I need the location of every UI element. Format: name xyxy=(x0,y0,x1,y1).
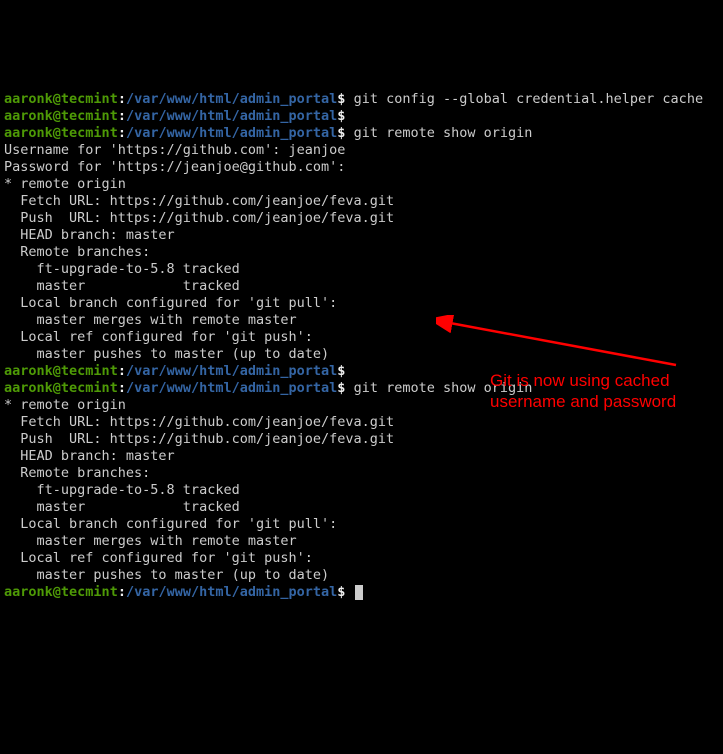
command-text: git config --global credential.helper ca… xyxy=(354,91,704,107)
prompt-line[interactable]: aaronk@tecmint:/var/www/html/admin_porta… xyxy=(4,584,363,600)
head-branch: HEAD branch: master xyxy=(4,227,175,243)
remote-fetch-url: Fetch URL: https://github.com/jeanjoe/fe… xyxy=(4,193,394,209)
remote-branch-item: ft-upgrade-to-5.8 tracked xyxy=(4,482,240,498)
remote-fetch-url: Fetch URL: https://github.com/jeanjoe/fe… xyxy=(4,414,394,430)
remote-branch-item: ft-upgrade-to-5.8 tracked xyxy=(4,261,240,277)
terminal-output: aaronk@tecmint:/var/www/html/admin_porta… xyxy=(4,74,719,601)
pull-config-item: master merges with remote master xyxy=(4,312,297,328)
remote-branch-item: master tracked xyxy=(4,278,240,294)
remote-branch-item: master tracked xyxy=(4,499,240,515)
remote-header: * remote origin xyxy=(4,397,126,413)
remote-branches-header: Remote branches: xyxy=(4,465,150,481)
remote-header: * remote origin xyxy=(4,176,126,192)
prompt-line[interactable]: aaronk@tecmint:/var/www/html/admin_porta… xyxy=(4,125,532,141)
prompt-line[interactable]: aaronk@tecmint:/var/www/html/admin_porta… xyxy=(4,380,532,396)
pull-config-header: Local branch configured for 'git pull': xyxy=(4,516,337,532)
cursor-icon xyxy=(355,585,363,600)
prompt-line[interactable]: aaronk@tecmint:/var/www/html/admin_porta… xyxy=(4,363,354,379)
auth-username-prompt: Username for 'https://github.com': jeanj… xyxy=(4,142,345,158)
push-config-header: Local ref configured for 'git push': xyxy=(4,550,313,566)
auth-password-prompt: Password for 'https://jeanjoe@github.com… xyxy=(4,159,354,175)
remote-push-url: Push URL: https://github.com/jeanjoe/fev… xyxy=(4,431,394,447)
push-config-item: master pushes to master (up to date) xyxy=(4,567,329,583)
push-config-item: master pushes to master (up to date) xyxy=(4,346,329,362)
command-text: git remote show origin xyxy=(354,125,533,141)
head-branch: HEAD branch: master xyxy=(4,448,175,464)
pull-config-header: Local branch configured for 'git pull': xyxy=(4,295,337,311)
remote-push-url: Push URL: https://github.com/jeanjoe/fev… xyxy=(4,210,394,226)
pull-config-item: master merges with remote master xyxy=(4,533,297,549)
prompt-line[interactable]: aaronk@tecmint:/var/www/html/admin_porta… xyxy=(4,91,703,107)
remote-branches-header: Remote branches: xyxy=(4,244,150,260)
prompt-line[interactable]: aaronk@tecmint:/var/www/html/admin_porta… xyxy=(4,108,354,124)
annotation-text: Git is now using cached username and pas… xyxy=(490,370,676,412)
push-config-header: Local ref configured for 'git push': xyxy=(4,329,313,345)
